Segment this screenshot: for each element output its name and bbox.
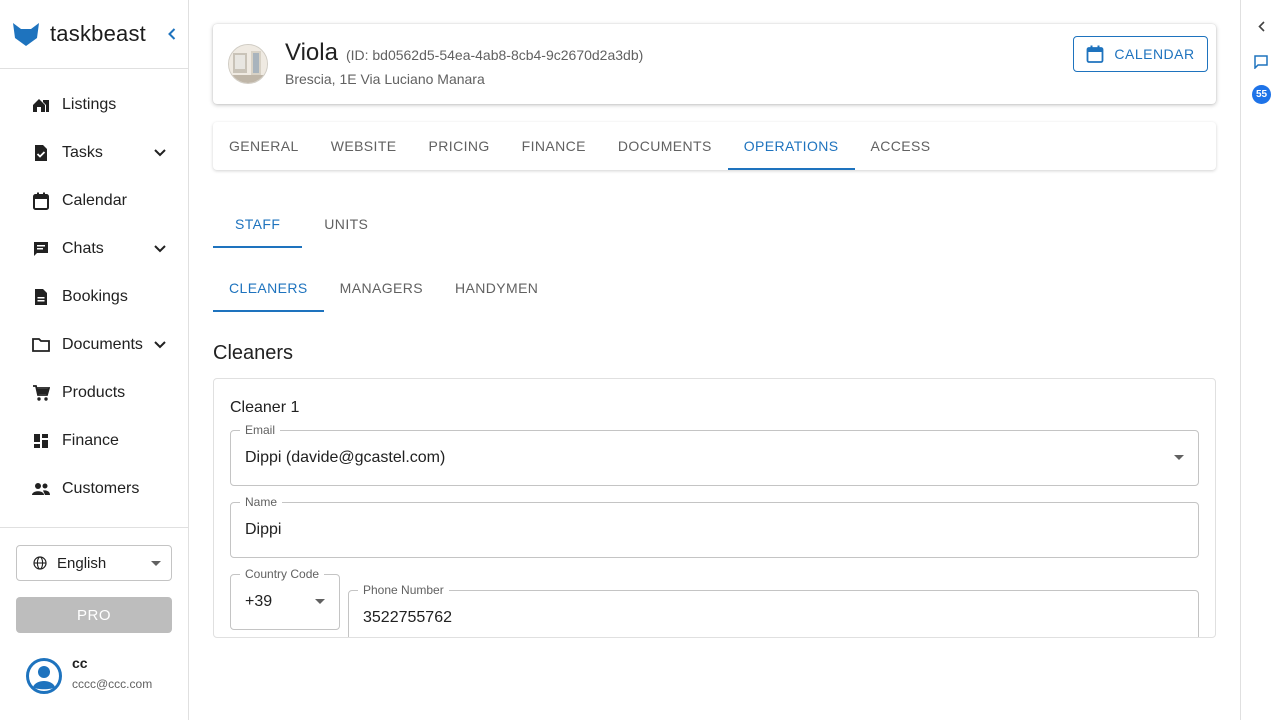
sidebar-item-tasks[interactable]: Tasks	[0, 129, 188, 177]
phone-row: Country Code +39 Phone Number 3522755762	[230, 567, 1199, 637]
sidebar-item-bookings[interactable]: Bookings	[0, 273, 188, 321]
pro-button[interactable]: PRO	[16, 597, 172, 633]
chevron-down-icon	[152, 241, 168, 257]
phone-number-label: Phone Number	[358, 583, 449, 597]
email-label: Email	[240, 423, 281, 437]
folder-icon	[32, 336, 50, 354]
listing-address: Brescia, 1E Via Luciano Manara	[285, 71, 485, 87]
phone-number-field[interactable]: Phone Number 3522755762	[348, 583, 1199, 637]
sidebar-item-label: Bookings	[62, 288, 128, 305]
chevron-down-icon	[152, 145, 168, 161]
country-code-label: Country Code	[240, 567, 325, 581]
tab-units[interactable]: UNITS	[302, 200, 390, 248]
section-title: Cleaners	[213, 342, 294, 364]
people-icon	[32, 480, 50, 498]
right-rail: 55	[1240, 0, 1280, 720]
tab-documents[interactable]: DOCUMENTS	[602, 122, 728, 170]
listing-name: Viola	[285, 39, 338, 66]
tab-general[interactable]: GENERAL	[213, 122, 315, 170]
brand: taskbeast	[0, 0, 188, 69]
tab-access[interactable]: ACCESS	[855, 122, 947, 170]
chat-outline-icon	[1254, 55, 1268, 69]
listing-title: Viola (ID: bd0562d5-54ea-4ab8-8cb4-9c267…	[285, 39, 643, 67]
staff-subtabs: CLEANERS MANAGERS HANDYMEN	[213, 264, 1216, 312]
name-label: Name	[240, 495, 283, 509]
cleaner-card: Cleaner 1 Email Dippi (davide@gcastel.co…	[213, 378, 1216, 638]
sidebar-item-label: Finance	[62, 432, 119, 449]
listing-tabs: GENERAL WEBSITE PRICING FINANCE DOCUMENT…	[213, 122, 1216, 170]
sidebar-footer: English PRO	[0, 527, 188, 633]
tab-staff[interactable]: STAFF	[213, 200, 303, 248]
sidebar-nav: Listings Tasks Calendar Chats Bookings D…	[0, 69, 188, 513]
dropdown-arrow-icon	[1174, 455, 1184, 460]
dropdown-arrow-icon	[315, 599, 325, 604]
notification-badge[interactable]: 55	[1252, 85, 1271, 104]
operations-subtabs: STAFF UNITS	[213, 200, 1216, 248]
tab-operations[interactable]: OPERATIONS	[727, 122, 855, 170]
tab-managers[interactable]: MANAGERS	[324, 264, 439, 312]
chat-panel-button[interactable]	[1253, 54, 1269, 70]
country-code-value: +39	[245, 593, 273, 610]
country-code-select[interactable]: Country Code +39	[230, 567, 340, 630]
tab-cleaners[interactable]: CLEANERS	[213, 264, 324, 312]
brand-name: taskbeast	[50, 21, 146, 46]
email-value: Dippi (davide@gcastel.com)	[245, 449, 446, 466]
sidebar-item-listings[interactable]: Listings	[0, 81, 188, 129]
calendar-icon	[1086, 45, 1104, 63]
language-select[interactable]: English	[16, 545, 172, 581]
listing-id: (ID: bd0562d5-54ea-4ab8-8cb4-9c2670d2a3d…	[345, 47, 644, 63]
sidebar-item-calendar[interactable]: Calendar	[0, 177, 188, 225]
calendar-button-label: CALENDAR	[1114, 46, 1195, 62]
sidebar-item-chats[interactable]: Chats	[0, 225, 188, 273]
sidebar-item-label: Documents	[62, 336, 143, 353]
user-profile[interactable]: cc cccc@ccc.com	[26, 655, 152, 694]
listing-header-card: Viola (ID: bd0562d5-54ea-4ab8-8cb4-9c267…	[213, 24, 1216, 104]
user-name: cc	[72, 655, 88, 671]
calendar-icon	[32, 192, 50, 210]
language-value: English	[57, 554, 107, 572]
avatar-icon	[26, 658, 62, 694]
tab-finance[interactable]: FINANCE	[506, 122, 602, 170]
sidebar-item-label: Listings	[62, 96, 117, 113]
chevron-down-icon	[152, 337, 168, 353]
home-icon	[32, 96, 50, 114]
name-value: Dippi	[245, 521, 282, 538]
globe-icon	[33, 556, 47, 570]
sidebar-item-customers[interactable]: Customers	[0, 465, 188, 513]
sidebar-item-finance[interactable]: Finance	[0, 417, 188, 465]
cleaner-title: Cleaner 1	[230, 399, 300, 416]
sidebar-item-label: Calendar	[62, 192, 127, 209]
sidebar-item-label: Chats	[62, 240, 104, 257]
tab-website[interactable]: WEBSITE	[315, 122, 413, 170]
tab-handymen[interactable]: HANDYMEN	[439, 264, 554, 312]
sidebar-item-label: Tasks	[62, 144, 103, 161]
expand-panel-button[interactable]	[1253, 18, 1269, 34]
sidebar-item-products[interactable]: Products	[0, 369, 188, 417]
task-icon	[32, 144, 50, 162]
taskbeast-logo-icon	[13, 23, 39, 46]
collapse-sidebar-button[interactable]	[164, 24, 180, 44]
chat-icon	[32, 240, 50, 258]
calendar-button[interactable]: CALENDAR	[1073, 36, 1208, 72]
main-content: Viola (ID: bd0562d5-54ea-4ab8-8cb4-9c267…	[213, 24, 1216, 638]
tab-pricing[interactable]: PRICING	[413, 122, 506, 170]
name-field[interactable]: Name Dippi	[230, 495, 1199, 558]
user-email: cccc@ccc.com	[72, 677, 153, 691]
dashboard-icon	[32, 432, 50, 450]
sidebar: taskbeast Listings Tasks Calendar Chats …	[0, 0, 189, 720]
dropdown-arrow-icon	[151, 560, 161, 566]
cart-icon	[32, 384, 50, 402]
sidebar-item-label: Customers	[62, 480, 140, 497]
email-select[interactable]: Email Dippi (davide@gcastel.com)	[230, 423, 1199, 486]
sidebar-item-documents[interactable]: Documents	[0, 321, 188, 369]
listing-photo	[228, 44, 268, 84]
document-icon	[32, 288, 50, 306]
chevron-left-icon	[1257, 20, 1265, 32]
phone-number-value: 3522755762	[363, 609, 452, 626]
chevron-left-icon	[168, 28, 176, 40]
sidebar-item-label: Products	[62, 384, 126, 401]
